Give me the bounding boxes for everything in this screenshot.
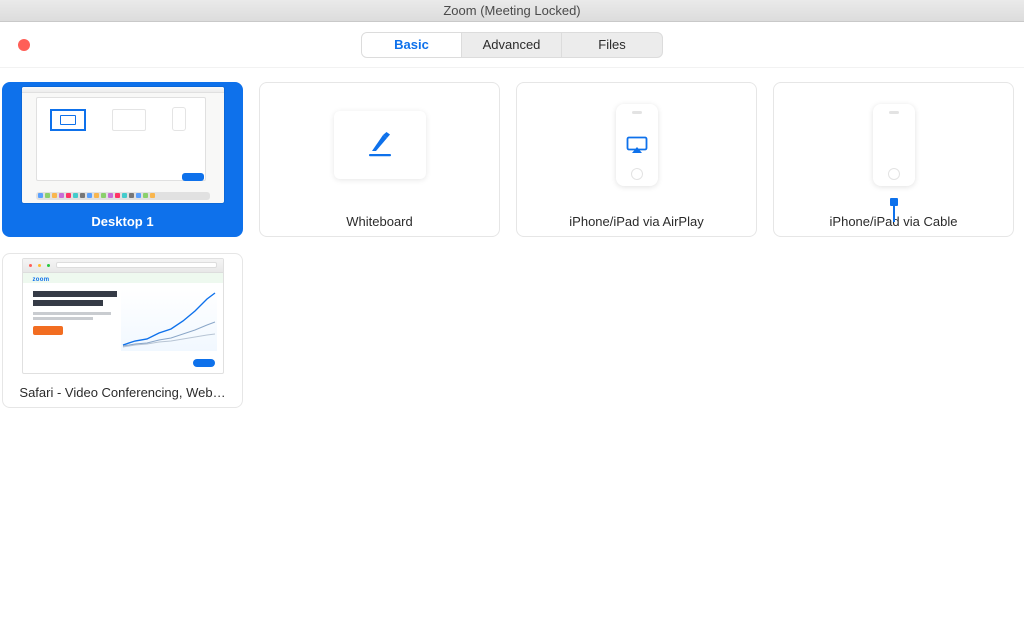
share-screen-panel: Basic Advanced Files bbox=[0, 22, 1024, 640]
share-option-desktop-1[interactable]: Desktop 1 bbox=[2, 82, 243, 237]
share-option-label: Whiteboard bbox=[260, 206, 499, 236]
marker-icon bbox=[363, 128, 397, 162]
tab-basic[interactable]: Basic bbox=[362, 33, 462, 57]
share-option-label: Desktop 1 bbox=[3, 206, 242, 236]
share-options-grid: Desktop 1 Whiteboard bbox=[0, 68, 1024, 408]
zoom-logo-text: zoom bbox=[33, 277, 50, 283]
cable-thumbnail bbox=[774, 83, 1013, 206]
tab-advanced-label: Advanced bbox=[483, 37, 541, 52]
window-title: Zoom (Meeting Locked) bbox=[443, 3, 580, 18]
top-toolbar: Basic Advanced Files bbox=[0, 22, 1024, 68]
share-option-cable[interactable]: iPhone/iPad via Cable bbox=[773, 82, 1014, 237]
recording-indicator-icon bbox=[18, 39, 30, 51]
safari-window-preview: zoom bbox=[22, 258, 224, 374]
airplay-icon bbox=[626, 136, 648, 154]
tab-files-label: Files bbox=[598, 37, 625, 52]
whiteboard-thumbnail bbox=[260, 83, 499, 206]
desktop-preview bbox=[22, 87, 224, 203]
window-titlebar: Zoom (Meeting Locked) bbox=[0, 0, 1024, 22]
airplay-thumbnail bbox=[517, 83, 756, 206]
whiteboard-panel bbox=[334, 111, 426, 179]
phone-frame-icon bbox=[873, 104, 915, 186]
share-option-label: Safari - Video Conferencing, Web… bbox=[3, 377, 242, 407]
share-option-label: iPhone/iPad via AirPlay bbox=[517, 206, 756, 236]
tab-advanced[interactable]: Advanced bbox=[462, 33, 562, 57]
share-mode-tabs: Basic Advanced Files bbox=[361, 32, 663, 58]
cable-line-icon bbox=[893, 204, 895, 222]
phone-frame-icon bbox=[616, 104, 658, 186]
share-option-airplay[interactable]: iPhone/iPad via AirPlay bbox=[516, 82, 757, 237]
desktop-1-thumbnail bbox=[3, 83, 242, 206]
tab-files[interactable]: Files bbox=[562, 33, 662, 57]
share-option-safari[interactable]: zoom bbox=[2, 253, 243, 408]
share-option-whiteboard[interactable]: Whiteboard bbox=[259, 82, 500, 237]
tab-basic-label: Basic bbox=[394, 37, 429, 52]
safari-thumbnail: zoom bbox=[3, 254, 242, 377]
